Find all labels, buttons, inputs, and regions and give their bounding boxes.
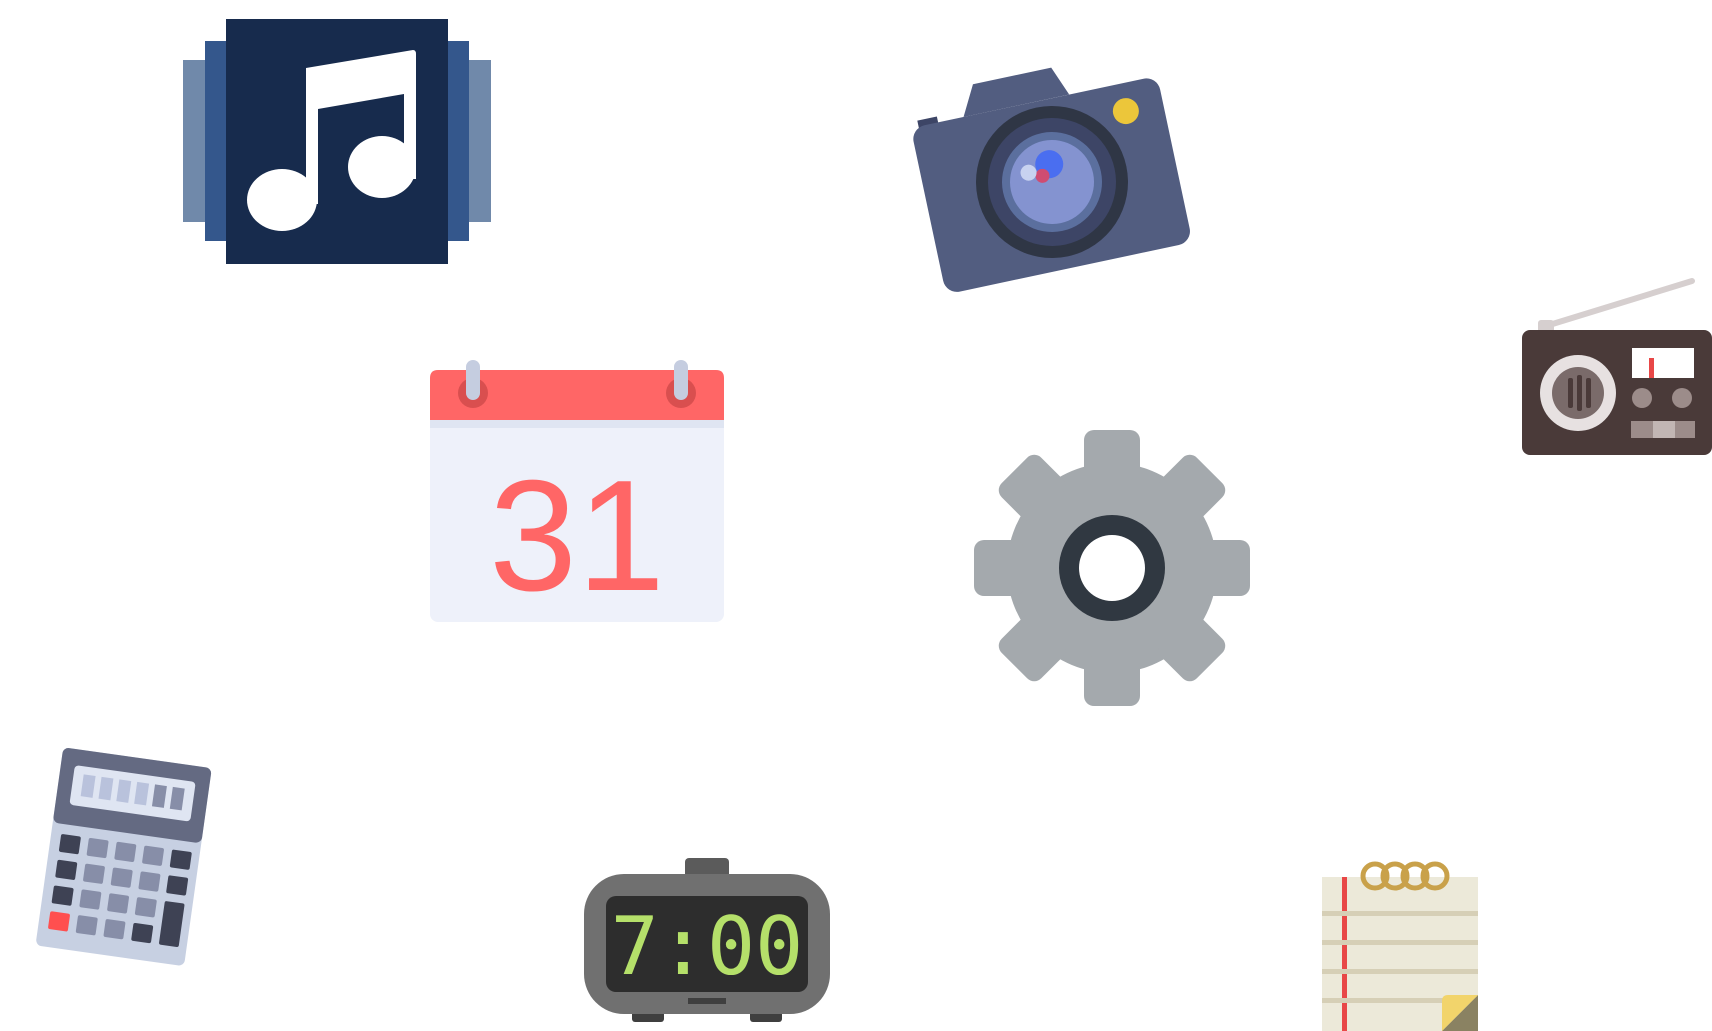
- notepad-app-icon[interactable]: [1322, 860, 1478, 1031]
- music-app-icon[interactable]: [183, 19, 491, 264]
- notepad-icon: [1322, 861, 1478, 1031]
- radio-icon: [1522, 278, 1712, 455]
- camera-app-icon[interactable]: [913, 64, 1190, 300]
- gear-icon: [974, 430, 1250, 706]
- alarm-clock-icon: 7:00: [584, 858, 830, 1022]
- calculator-icon: [36, 748, 212, 966]
- camera-icon: [913, 67, 1190, 292]
- clock-app-icon[interactable]: 7:00: [584, 858, 830, 1024]
- clock-time: 7:00: [611, 900, 804, 993]
- music-icon: [183, 19, 491, 264]
- desktop: 31 7:00: [0, 0, 1712, 1031]
- calendar-icon: 31: [430, 360, 724, 624]
- radio-app-icon[interactable]: [1522, 276, 1712, 456]
- calendar-app-icon[interactable]: 31: [430, 358, 724, 624]
- settings-app-icon[interactable]: [974, 430, 1250, 706]
- calendar-date: 31: [489, 448, 665, 624]
- calculator-app-icon[interactable]: [22, 748, 214, 974]
